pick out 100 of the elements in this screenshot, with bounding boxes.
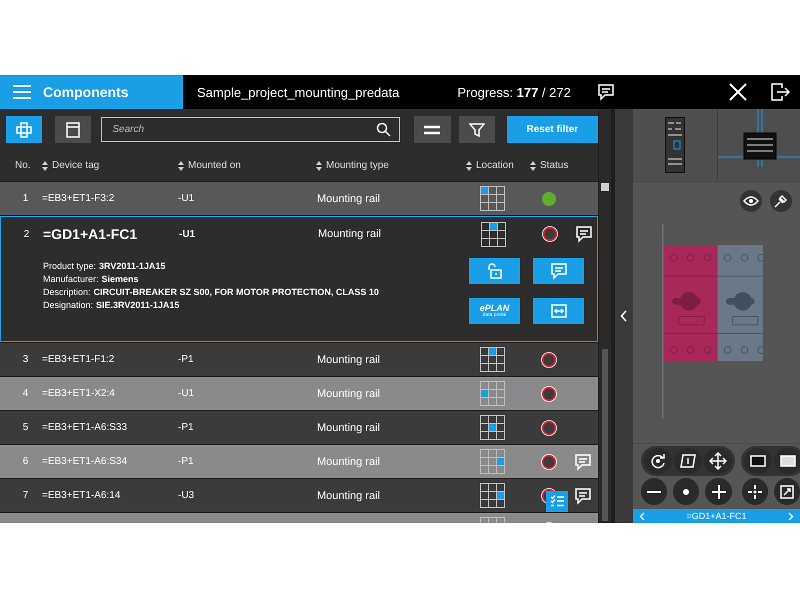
component-icon xyxy=(16,122,32,138)
detail-label: Designation: xyxy=(43,300,94,310)
detail-label: Product type: xyxy=(43,261,96,271)
chevron-left-icon xyxy=(639,512,645,520)
next-button[interactable] xyxy=(788,512,794,520)
device-tag: =GD1+A1-FC1 xyxy=(686,511,747,521)
minus-icon xyxy=(646,490,662,492)
mounting-type: Mounting rail xyxy=(317,354,380,366)
mounted-on: -U3 xyxy=(178,490,194,501)
exchange-button[interactable] xyxy=(533,298,584,324)
zoom-in-button[interactable] xyxy=(705,478,732,505)
reset-zoom-button[interactable] xyxy=(673,478,700,505)
sort-icon[interactable] xyxy=(316,160,322,170)
rotate-icon xyxy=(650,453,666,469)
frame-button[interactable] xyxy=(674,448,702,474)
zoom-out-button[interactable] xyxy=(641,478,668,505)
chevron-right-icon xyxy=(788,512,794,520)
progress-text: Progress: 177 / 272 xyxy=(457,84,571,100)
column-header[interactable]: Mounted on xyxy=(188,160,241,171)
column-header[interactable]: Status xyxy=(540,160,568,171)
mounted-on: -U1 xyxy=(178,388,194,399)
detail-label: Manufacturer: xyxy=(43,274,99,284)
exchange-icon xyxy=(550,302,568,320)
sort-icon[interactable] xyxy=(530,160,536,170)
device-tag: =EB3+ET1-A6:S34 xyxy=(42,456,128,467)
equals-icon xyxy=(424,124,440,134)
location-grid-icon xyxy=(480,415,504,440)
filled-rectangle-icon xyxy=(750,455,766,467)
rotate-button[interactable] xyxy=(644,448,672,474)
logo-text: ePLAN xyxy=(480,304,510,313)
exit-icon[interactable] xyxy=(770,82,790,102)
move-icon xyxy=(709,452,727,470)
device-tag: =GD1+A1-FC1 xyxy=(43,226,138,242)
location-grid-icon xyxy=(480,483,504,508)
checklist-icon xyxy=(550,495,564,507)
column-header[interactable]: Location xyxy=(476,160,514,171)
column-header[interactable]: Device tag xyxy=(52,160,100,171)
mounted-on: -U1 xyxy=(179,228,196,240)
cabinet-icon xyxy=(65,122,82,138)
cabinet-thumbnail[interactable] xyxy=(665,117,685,173)
location-grid-icon xyxy=(480,186,504,211)
unlock-button[interactable] xyxy=(469,258,520,284)
comment-icon[interactable] xyxy=(575,225,593,243)
fit-icon xyxy=(780,484,794,498)
mounting-type: Mounting rail xyxy=(317,490,380,502)
location-grid-icon xyxy=(480,347,504,372)
scroll-thumb[interactable] xyxy=(602,349,608,521)
mounted-on: -P1 xyxy=(178,422,194,433)
row-number: 2 xyxy=(24,228,30,240)
location-grid-icon xyxy=(480,222,506,246)
row-number: 3 xyxy=(22,354,28,365)
checklist-button[interactable] xyxy=(546,490,568,512)
fit-button[interactable] xyxy=(774,478,800,505)
device-tag: =EB3+ET1-A6:14 xyxy=(42,490,120,501)
chevron-left-icon[interactable] xyxy=(620,310,628,322)
column-header[interactable]: No. xyxy=(15,160,31,171)
dot-icon xyxy=(683,488,690,494)
page-title: Components xyxy=(43,84,129,100)
move-button[interactable] xyxy=(704,448,732,474)
comment-icon[interactable] xyxy=(596,83,615,101)
dark-view-button[interactable] xyxy=(744,448,772,474)
light-view-button[interactable] xyxy=(774,448,800,474)
scrollbar[interactable] xyxy=(598,109,611,523)
row-number: 4 xyxy=(22,388,28,399)
mounted-on: -P1 xyxy=(178,354,194,365)
side-panel-handle[interactable] xyxy=(611,109,633,523)
crosshair-icon xyxy=(746,484,763,500)
row-number: 1 xyxy=(22,193,28,204)
pin-button[interactable] xyxy=(770,190,792,212)
mounting-type: Mounting rail xyxy=(317,456,380,468)
comment-icon[interactable] xyxy=(574,486,592,504)
mounted-on: -P1 xyxy=(178,456,194,467)
row-number: 6 xyxy=(22,456,28,467)
sort-icon[interactable] xyxy=(466,160,472,170)
search-field[interactable]: Search xyxy=(101,117,400,142)
device-tag: =EB3+ET1-F3:2 xyxy=(42,193,114,204)
close-icon[interactable] xyxy=(729,83,747,101)
detail-value: CIRCUIT-BREAKER SZ S00, FOR MOTOR PROTECTION, CLASS 10 xyxy=(94,287,379,297)
comment-button[interactable] xyxy=(533,258,584,284)
eye-button[interactable] xyxy=(740,190,762,212)
comment-icon xyxy=(550,262,568,280)
previous-button[interactable] xyxy=(639,512,645,520)
center-button[interactable] xyxy=(742,478,768,505)
mounting-type: Mounting rail xyxy=(317,422,380,434)
view-button[interactable] xyxy=(55,116,92,143)
project-name: Sample_project_mounting_predata xyxy=(197,84,400,100)
sort-button[interactable] xyxy=(414,116,451,143)
mounting-plate-thumbnail[interactable] xyxy=(718,109,800,167)
rectangle-icon xyxy=(780,455,796,467)
location-grid-icon xyxy=(480,381,504,406)
device-tag: =EB3+ET1-A6:S33 xyxy=(42,422,128,433)
menu-icon[interactable] xyxy=(13,85,31,99)
sort-icon[interactable] xyxy=(178,160,184,170)
column-header[interactable]: Mounting type xyxy=(326,160,389,171)
filter-button[interactable] xyxy=(458,116,495,143)
sort-icon[interactable] xyxy=(42,160,48,170)
search-icon[interactable] xyxy=(376,122,392,137)
row-number: 5 xyxy=(22,422,28,433)
row-number: 7 xyxy=(22,490,28,501)
mounted-on: -U1 xyxy=(178,193,194,204)
